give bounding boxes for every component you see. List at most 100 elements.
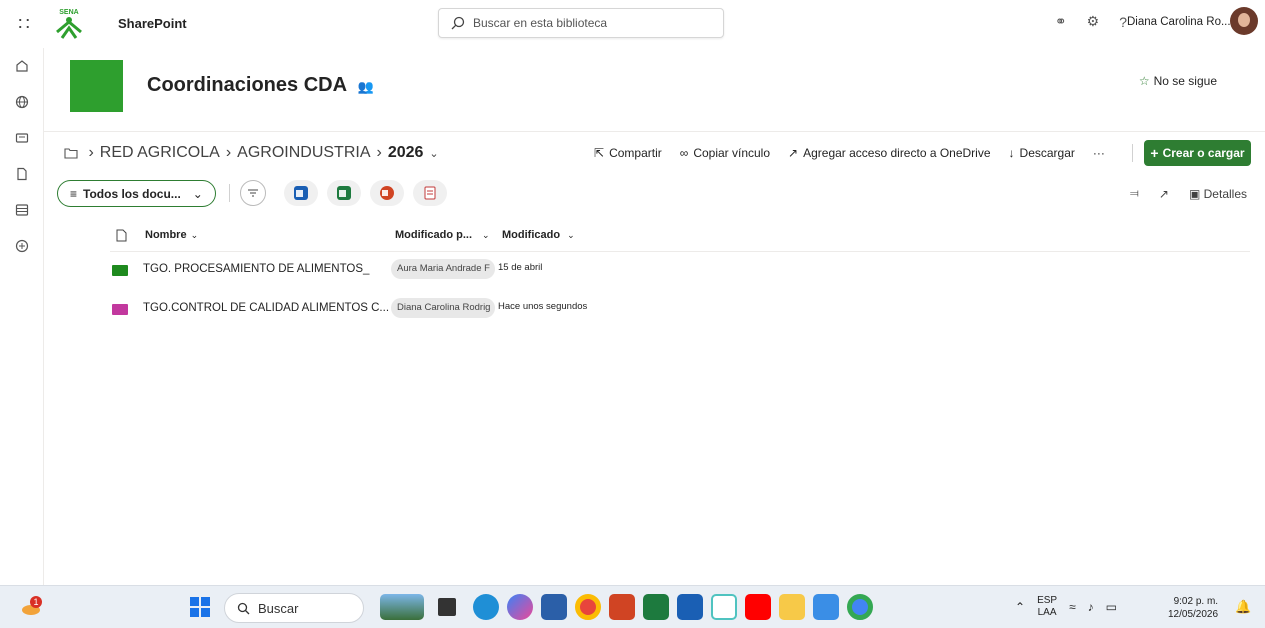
filter-button[interactable] <box>240 180 266 206</box>
details-icon: ▣ <box>1188 186 1201 201</box>
column-header-modified-by[interactable]: Modificado p... ⌄ <box>395 229 490 241</box>
copilot-icon[interactable] <box>507 594 533 620</box>
command-bar: › RED AGRICOLA › AGROINDUSTRIA › 2026 ⌄ … <box>44 136 1265 170</box>
breadcrumb-item-agroindustria[interactable]: AGROINDUSTRIA <box>237 144 370 162</box>
app-name[interactable]: SharePoint <box>118 16 187 31</box>
table-row[interactable]: TGO.CONTROL DE CALIDAD ALIMENTOS C... Di… <box>110 292 1250 326</box>
more-icon: ··· <box>1092 146 1105 160</box>
download-button[interactable]: ↓ Descargar <box>1009 146 1075 160</box>
row-modified-by[interactable]: Diana Carolina Rodrig <box>391 298 495 318</box>
row-name[interactable]: TGO. PROCESAMIENTO DE ALIMENTOS_ <box>143 263 369 275</box>
widgets-icon[interactable] <box>380 594 424 620</box>
edge-icon[interactable] <box>473 594 499 620</box>
language-indicator[interactable]: ESP LAA <box>1037 595 1057 619</box>
word-filter-chip[interactable] <box>284 180 318 206</box>
share-people-icon[interactable]: ⚭ <box>1055 13 1067 30</box>
file-type-header-icon[interactable] <box>116 229 127 242</box>
taskbar-search-label: Buscar <box>258 600 299 616</box>
clock-date: 12/05/2026 <box>1168 609 1219 620</box>
header-tools: ⚭ ⚙ ? <box>1055 13 1127 30</box>
create-label: Crear o cargar <box>1162 146 1245 160</box>
file-explorer-icon[interactable] <box>779 594 805 620</box>
follow-button[interactable]: ☆ No se sigue <box>1139 74 1217 88</box>
avatar[interactable] <box>1230 7 1258 35</box>
share-button[interactable]: ⇱ Compartir <box>594 146 662 160</box>
powerpoint-filter-chip[interactable] <box>370 180 404 206</box>
search-icon <box>451 16 465 30</box>
expand-icon[interactable]: ↗ <box>1159 187 1169 201</box>
user-name[interactable]: Diana Carolina Ro... <box>1127 16 1231 28</box>
windows-start-icon[interactable] <box>190 597 210 617</box>
excel-icon[interactable] <box>643 594 669 620</box>
settings-sliders-icon[interactable]: ⫤ <box>1130 186 1139 201</box>
word-icon[interactable] <box>677 594 703 620</box>
outlook-icon[interactable] <box>813 594 839 620</box>
gear-icon[interactable]: ⚙ <box>1087 13 1100 30</box>
folder-icon <box>112 304 128 315</box>
chrome-icon[interactable] <box>575 594 601 620</box>
more-button[interactable]: ··· <box>1093 146 1105 160</box>
battery-icon[interactable]: ▭ <box>1106 600 1117 614</box>
powerpoint-icon[interactable] <box>609 594 635 620</box>
sena-logo[interactable]: SENA <box>52 6 86 40</box>
view-tools: ⫤ ↗ ▣ Detalles <box>1130 186 1247 201</box>
row-modified: 15 de abril <box>498 262 543 273</box>
notification-icon[interactable]: 🔔 <box>1235 599 1251 615</box>
weather-widget[interactable]: 1 <box>20 594 46 618</box>
filter-icon <box>248 189 258 197</box>
details-button[interactable]: ▣ Detalles <box>1189 187 1247 201</box>
lists-icon[interactable] <box>0 192 44 228</box>
clock[interactable]: 9:02 p. m. 12/05/2026 <box>1168 595 1218 621</box>
table-row[interactable]: TGO. PROCESAMIENTO DE ALIMENTOS_ Aura Ma… <box>110 253 1250 287</box>
add-icon[interactable] <box>0 228 44 264</box>
help-icon[interactable]: ? <box>1119 14 1127 30</box>
column-header-name[interactable]: Nombre ⌄ <box>145 229 198 241</box>
home-icon[interactable] <box>0 48 44 84</box>
row-modified: Hace unos segundos <box>498 301 588 312</box>
news-icon[interactable] <box>0 120 44 156</box>
chevron-up-icon[interactable]: ⌃ <box>1015 600 1025 614</box>
youtube-icon[interactable] <box>745 594 771 620</box>
store-icon[interactable] <box>541 594 567 620</box>
chevron-down-icon: ⌄ <box>192 186 203 201</box>
search-placeholder: Buscar en esta biblioteca <box>473 16 608 30</box>
chevron-down-icon: ⌄ <box>567 229 575 240</box>
create-upload-button[interactable]: + Crear o cargar <box>1144 140 1251 166</box>
site-title-text: Coordinaciones CDA <box>147 74 347 96</box>
folder-icon[interactable] <box>64 147 78 159</box>
column-header-modified[interactable]: Modificado ⌄ <box>502 229 575 241</box>
copy-link-label: Copiar vínculo <box>693 146 771 160</box>
add-shortcut-button[interactable]: ↗ Agregar acceso directo a OneDrive <box>788 146 991 160</box>
excel-icon <box>337 186 351 200</box>
form-filter-chip[interactable] <box>413 180 447 206</box>
globe-icon[interactable] <box>0 84 44 120</box>
folder-icon <box>112 265 128 276</box>
lang-top: ESP <box>1037 595 1058 606</box>
breadcrumb-item-red-agricola[interactable]: RED AGRICOLA <box>100 144 220 162</box>
form-icon <box>424 186 436 200</box>
chevron-down-icon[interactable]: ⌄ <box>429 147 438 160</box>
taskbar-search[interactable]: Buscar <box>224 593 364 623</box>
row-name[interactable]: TGO.CONTROL DE CALIDAD ALIMENTOS C... <box>143 302 389 314</box>
breadcrumb-separator: › <box>84 144 94 161</box>
search-icon <box>237 602 250 614</box>
star-icon: ☆ <box>1138 74 1150 88</box>
search-box[interactable]: Buscar en esta biblioteca <box>438 8 724 38</box>
breadcrumb-separator: › <box>225 144 232 161</box>
view-selector[interactable]: ≡ Todos los docu... ⌄ <box>57 180 216 207</box>
breadcrumb-current[interactable]: 2026 <box>388 144 424 162</box>
clock-time: 9:02 p. m. <box>1173 596 1219 607</box>
task-view-icon[interactable] <box>438 598 456 616</box>
volume-icon[interactable]: ♪ <box>1088 600 1094 614</box>
chrome-profile-icon[interactable] <box>847 594 873 620</box>
file-icon[interactable] <box>0 156 44 192</box>
teams-meet-icon[interactable] <box>711 594 737 620</box>
site-title[interactable]: Coordinaciones CDA 👥 <box>147 74 374 97</box>
shortcut-icon: ↗ <box>788 146 799 160</box>
copy-link-button[interactable]: ∞ Copiar vínculo <box>680 146 770 160</box>
row-modified-by[interactable]: Aura Maria Andrade F <box>391 259 495 279</box>
app-launcher-icon[interactable]: ∷ <box>0 0 48 48</box>
excel-filter-chip[interactable] <box>327 180 361 206</box>
site-logo[interactable] <box>70 60 123 112</box>
wifi-icon[interactable]: ≈ <box>1069 600 1076 614</box>
